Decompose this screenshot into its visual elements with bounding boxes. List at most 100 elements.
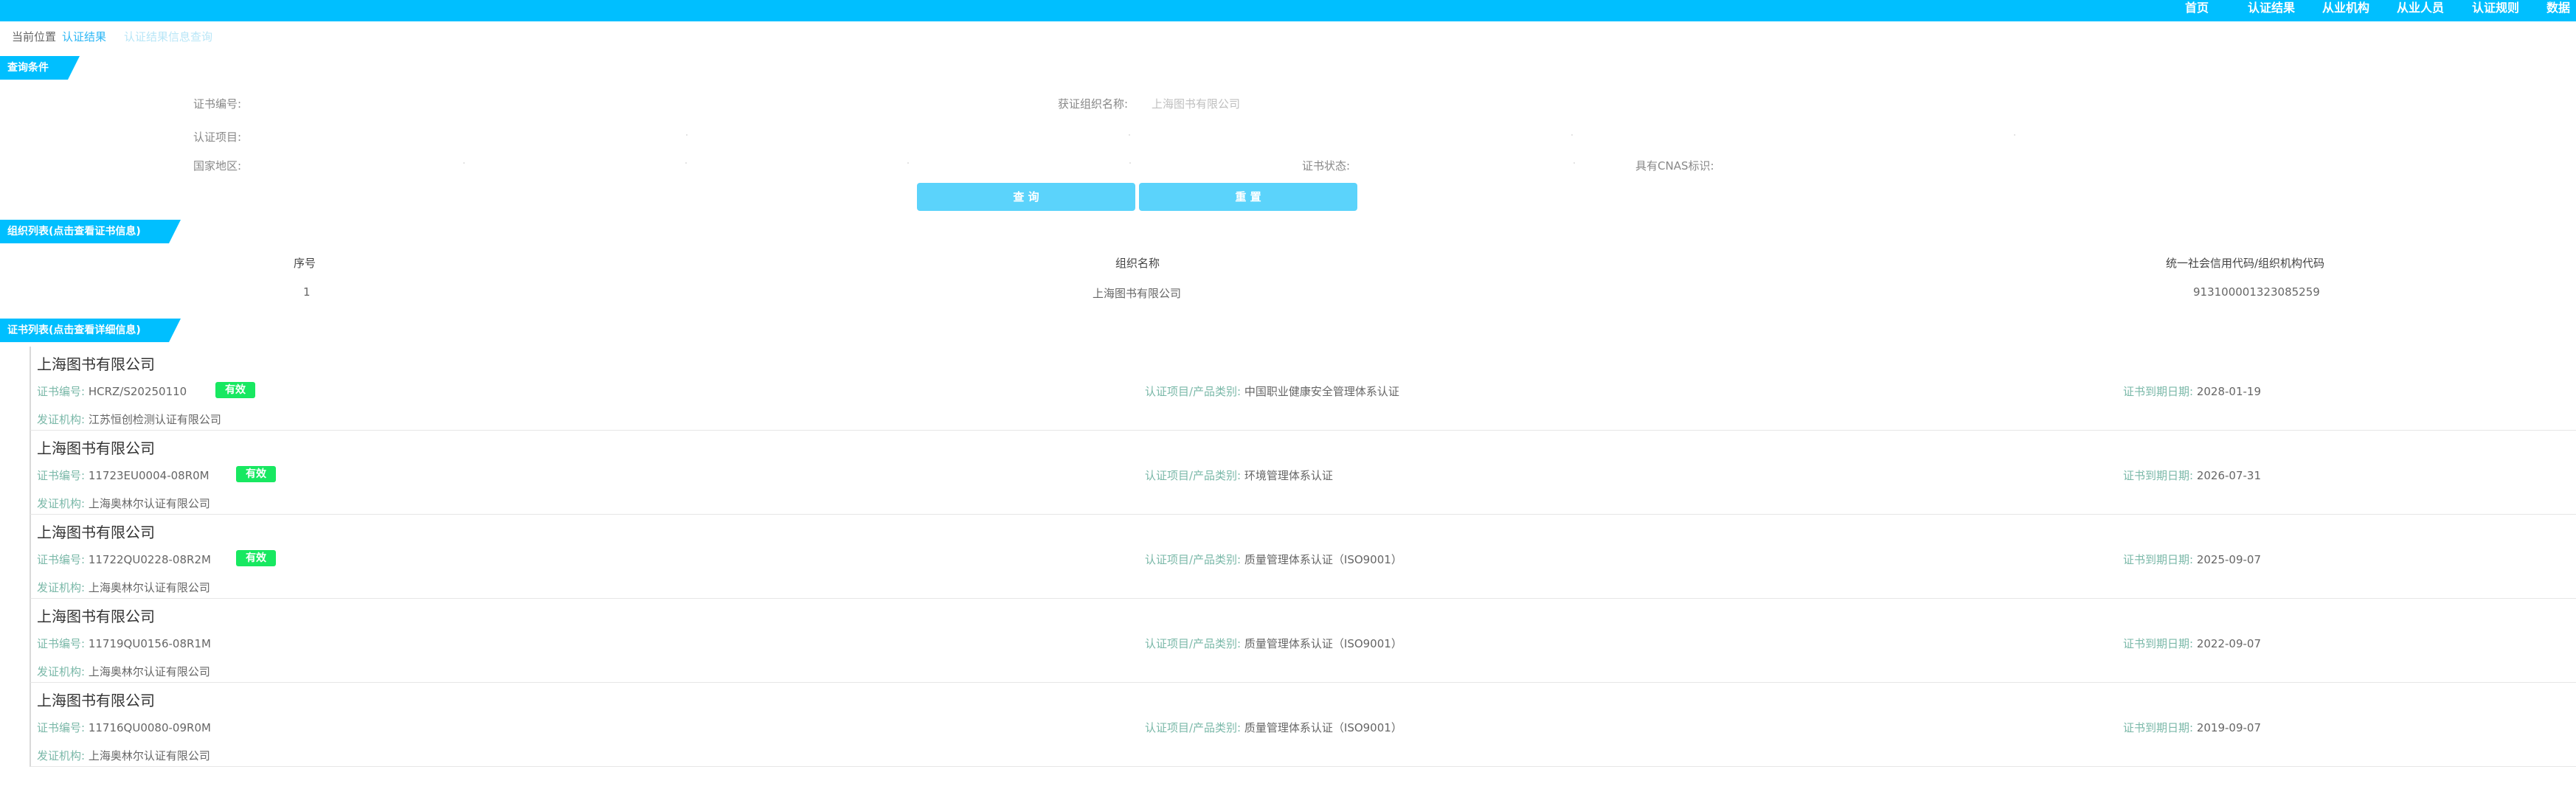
- cert-no-value: 11716QU0080-09R0M: [88, 721, 211, 734]
- separator-dot: [685, 162, 687, 164]
- nav-rules[interactable]: 认证规则: [2472, 0, 2519, 16]
- project-value: 质量管理体系认证（ISO9001）: [1244, 637, 1402, 650]
- section-tab-org-list: 组织列表(点击查看证书信息): [0, 220, 181, 243]
- org-table-header-code: 统一社会信用代码/组织机构代码: [2166, 257, 2325, 270]
- expiry-key: 证书到期日期:: [2123, 721, 2194, 734]
- expiry-field: 证书到期日期: 2022-09-07: [2123, 636, 2261, 651]
- nav-data[interactable]: 数据: [2546, 0, 2570, 16]
- org-name-input[interactable]: 上海图书有限公司: [1152, 96, 1240, 111]
- issuer-field: 发证机构: 上海奥林尔认证有限公司: [37, 748, 210, 763]
- expiry-key: 证书到期日期:: [2123, 553, 2194, 566]
- nav-personnel[interactable]: 从业人员: [2397, 0, 2444, 16]
- project-value: 质量管理体系认证（ISO9001）: [1244, 721, 1402, 734]
- status-badge: 有效: [215, 382, 255, 398]
- breadcrumb-current-location: 当前位置: [12, 30, 57, 44]
- cert-no-key: 证书编号:: [37, 721, 86, 734]
- cert-no-label: 证书编号:: [193, 97, 242, 111]
- expiry-value: 2025-09-07: [2196, 553, 2262, 566]
- org-table-row[interactable]: 1 上海图书有限公司 913100001323085259: [0, 277, 2576, 305]
- issuer-value: 上海奥林尔认证有限公司: [88, 749, 210, 762]
- cert-card[interactable]: 上海图书有限公司 证书编号: HCRZ/S20250110 有效 发证机构: 江…: [30, 347, 2576, 431]
- project-key: 认证项目/产品类别:: [1145, 553, 1242, 566]
- issuer-key: 发证机构:: [37, 665, 86, 678]
- project-field: 认证项目/产品类别: 中国职业健康安全管理体系认证: [1145, 383, 1399, 399]
- expiry-key: 证书到期日期:: [2123, 469, 2194, 482]
- expiry-value: 2019-09-07: [2196, 721, 2262, 734]
- issuer-key: 发证机构:: [37, 413, 86, 426]
- separator-dot: [2014, 134, 2015, 136]
- section-tab-cert-list: 证书列表(点击查看详细信息): [0, 319, 181, 342]
- project-value: 中国职业健康安全管理体系认证: [1244, 385, 1399, 398]
- issuer-value: 上海奥林尔认证有限公司: [88, 665, 210, 678]
- cert-no-value: 11723EU0004-08R0M: [88, 469, 210, 482]
- separator-dot: [907, 162, 909, 164]
- top-nav-bar: 首页 认证结果 从业机构 从业人员 认证规则 数据: [0, 0, 2576, 21]
- nav-institutions[interactable]: 从业机构: [2322, 0, 2369, 16]
- separator-dot: [1129, 162, 1131, 164]
- cnas-label: 具有CNAS标识:: [1635, 159, 1714, 173]
- project-field: 认证项目/产品类别: 质量管理体系认证（ISO9001）: [1145, 720, 1402, 735]
- cert-org-name: 上海图书有限公司: [37, 355, 155, 373]
- cert-card[interactable]: 上海图书有限公司 证书编号: 11716QU0080-09R0M 发证机构: 上…: [30, 683, 2576, 767]
- cert-org-name: 上海图书有限公司: [37, 692, 155, 709]
- cert-no-value: 11722QU0228-08R2M: [88, 553, 211, 566]
- cert-no-value: 11719QU0156-08R1M: [88, 637, 211, 650]
- expiry-value: 2022-09-07: [2196, 637, 2262, 650]
- org-row-index: 1: [303, 285, 311, 299]
- expiry-field: 证书到期日期: 2019-09-07: [2123, 720, 2261, 735]
- separator-dot: [463, 162, 465, 164]
- issuer-field: 发证机构: 江苏恒创检测认证有限公司: [37, 411, 221, 427]
- query-button[interactable]: 查 询: [917, 183, 1135, 211]
- cert-no-field: 证书编号: 11716QU0080-09R0M: [37, 720, 211, 735]
- cert-no-field: 证书编号: 11719QU0156-08R1M: [37, 636, 211, 651]
- status-label: 证书状态:: [1302, 159, 1351, 173]
- section-tab-query: 查询条件: [0, 56, 80, 80]
- region-select[interactable]: [255, 155, 1213, 175]
- nav-cert-results[interactable]: 认证结果: [2248, 0, 2295, 16]
- reset-button[interactable]: 重 置: [1139, 183, 1357, 211]
- breadcrumb-cert-results[interactable]: 认证结果: [62, 30, 106, 44]
- project-key: 认证项目/产品类别:: [1145, 469, 1242, 482]
- cert-no-field: 证书编号: HCRZ/S20250110: [37, 383, 187, 399]
- cert-org-name: 上海图书有限公司: [37, 524, 155, 541]
- issuer-value: 江苏恒创检测认证有限公司: [88, 413, 221, 426]
- org-table-header-name: 组织名称: [1115, 257, 1160, 270]
- cert-card[interactable]: 上海图书有限公司 证书编号: 11723EU0004-08R0M 有效 发证机构…: [30, 431, 2576, 515]
- project-select[interactable]: [255, 125, 2025, 146]
- expiry-key: 证书到期日期:: [2123, 637, 2194, 650]
- project-value: 质量管理体系认证（ISO9001）: [1244, 553, 1402, 566]
- org-name-label: 获证组织名称:: [1058, 97, 1129, 111]
- project-key: 认证项目/产品类别:: [1145, 385, 1242, 398]
- cert-no-input[interactable]: [255, 96, 697, 111]
- expiry-field: 证书到期日期: 2028-01-19: [2123, 383, 2261, 399]
- breadcrumb-cert-query: 认证结果信息查询: [124, 30, 213, 44]
- separator-dot: [686, 134, 688, 136]
- org-row-code: 913100001323085259: [2193, 285, 2320, 299]
- expiry-value: 2028-01-19: [2196, 385, 2262, 398]
- cert-no-key: 证书编号:: [37, 553, 86, 566]
- cert-card[interactable]: 上海图书有限公司 证书编号: 11722QU0228-08R2M 有效 发证机构…: [30, 515, 2576, 599]
- nav-home[interactable]: 首页: [2185, 0, 2209, 16]
- issuer-key: 发证机构:: [37, 749, 86, 762]
- cert-org-name: 上海图书有限公司: [37, 439, 155, 457]
- cert-list: 上海图书有限公司 证书编号: HCRZ/S20250110 有效 发证机构: 江…: [30, 347, 2576, 767]
- status-badge: 有效: [236, 466, 276, 482]
- cert-no-key: 证书编号:: [37, 469, 86, 482]
- org-row-name: 上海图书有限公司: [1093, 287, 1182, 300]
- cnas-select[interactable]: [1719, 155, 1925, 175]
- cert-no-value: HCRZ/S20250110: [88, 385, 187, 398]
- cert-no-key: 证书编号:: [37, 637, 86, 650]
- cert-no-field: 证书编号: 11722QU0228-08R2M: [37, 552, 211, 567]
- cert-card[interactable]: 上海图书有限公司 证书编号: 11719QU0156-08R1M 发证机构: 上…: [30, 599, 2576, 683]
- cert-no-field: 证书编号: 11723EU0004-08R0M: [37, 468, 210, 483]
- expiry-field: 证书到期日期: 2025-09-07: [2123, 552, 2261, 567]
- issuer-key: 发证机构:: [37, 581, 86, 594]
- project-field: 认证项目/产品类别: 质量管理体系认证（ISO9001）: [1145, 552, 1402, 567]
- status-select[interactable]: [1357, 155, 1564, 175]
- issuer-value: 上海奥林尔认证有限公司: [88, 581, 210, 594]
- project-field: 认证项目/产品类别: 环境管理体系认证: [1145, 468, 1333, 483]
- project-key: 认证项目/产品类别:: [1145, 721, 1242, 734]
- cert-org-name: 上海图书有限公司: [37, 608, 155, 625]
- project-field: 认证项目/产品类别: 质量管理体系认证（ISO9001）: [1145, 636, 1402, 651]
- cert-no-key: 证书编号:: [37, 385, 86, 398]
